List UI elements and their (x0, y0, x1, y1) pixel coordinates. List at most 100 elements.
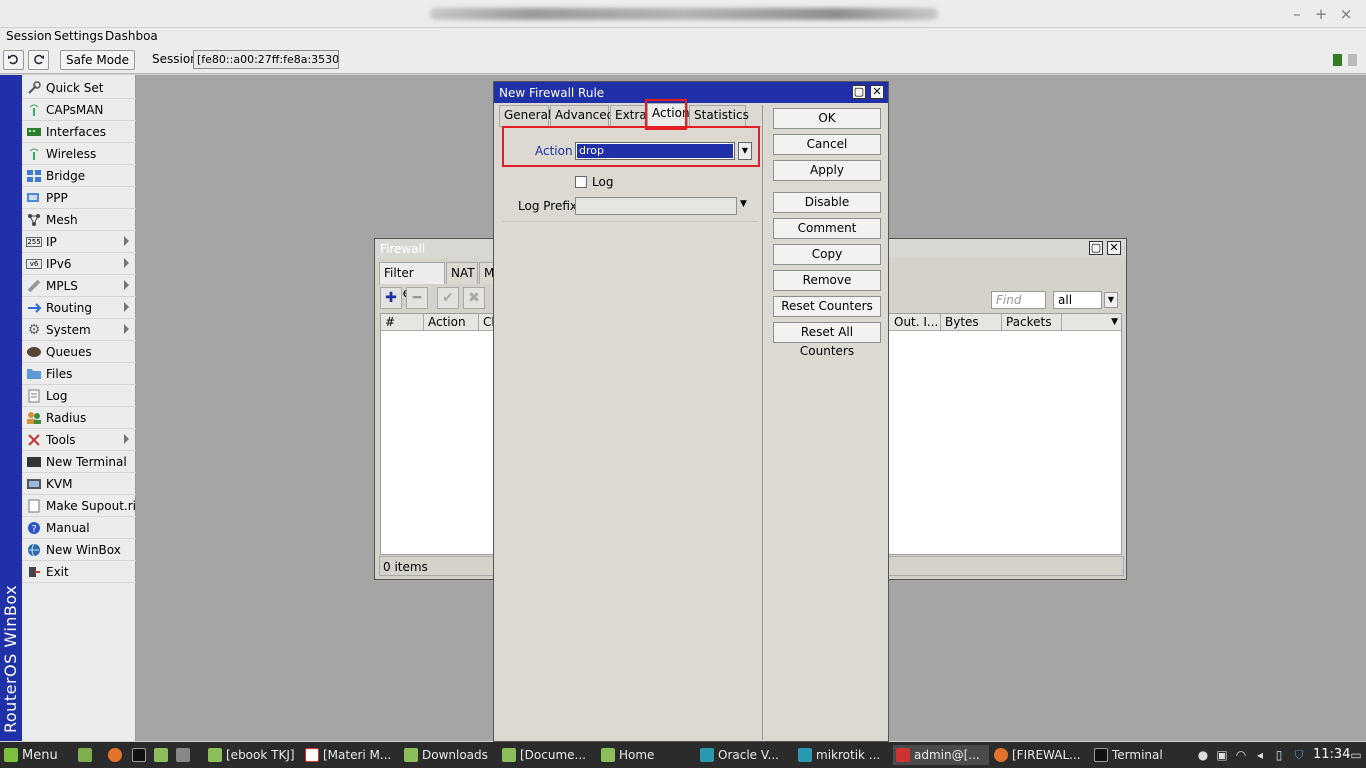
ok-button[interactable]: OK (773, 108, 881, 129)
find-input[interactable]: Find (991, 291, 1046, 309)
column-action[interactable]: Action (424, 314, 479, 331)
maximize-button[interactable]: ▢ (852, 85, 866, 99)
reset-all-counters-button[interactable]: Reset All Counters (773, 322, 881, 358)
sidebar-item-mpls[interactable]: MPLS (22, 275, 136, 297)
task-label: Terminal (1112, 748, 1163, 762)
safe-mode-button[interactable]: Safe Mode (60, 50, 135, 70)
sidebar-item-kvm[interactable]: KVM (22, 473, 136, 495)
column-packets[interactable]: Packets (1002, 314, 1062, 331)
remove-button[interactable]: ━ (406, 287, 428, 309)
sidebar-item-tools[interactable]: Tools (22, 429, 136, 451)
sidebar-item-system[interactable]: ⚙ System (22, 319, 136, 341)
comment-button[interactable]: Comment (773, 218, 881, 239)
action-select[interactable]: drop (575, 142, 735, 160)
volume-icon[interactable]: ◂ (1253, 748, 1267, 762)
sidebar-item-wireless[interactable]: Wireless (22, 143, 136, 165)
column-menu-chevron-icon[interactable]: ▼ (1062, 314, 1121, 331)
sidebar-item-capsman[interactable]: CAPsMAN (22, 99, 136, 121)
maximize-button[interactable]: ▢ (1089, 241, 1103, 255)
launcher-show-desktop[interactable] (78, 745, 96, 765)
tab-filter-rules[interactable]: Filter Rules (379, 262, 445, 300)
task-home[interactable]: Home (601, 745, 693, 765)
chevron-down-icon[interactable]: ▼ (1104, 292, 1118, 308)
sidebar-item-exit[interactable]: Exit (22, 561, 136, 583)
sidebar-item-manual[interactable]: ? Manual (22, 517, 136, 539)
tab-advanced[interactable]: Advanced (550, 105, 614, 126)
task-firewall-browser[interactable]: [FIREWAL... (994, 745, 1086, 765)
sidebar-item-ip[interactable]: 255 IP (22, 231, 136, 253)
sidebar-item-make-supout[interactable]: Make Supout.rif (22, 495, 140, 517)
start-menu-button[interactable]: Menu (4, 745, 58, 765)
sidebar-item-ppp[interactable]: PPP (22, 187, 136, 209)
battery-icon[interactable]: ▯ (1272, 748, 1286, 762)
sidebar-item-routing[interactable]: Routing (22, 297, 136, 319)
redo-icon (34, 54, 44, 65)
filter-select[interactable]: all (1053, 291, 1102, 309)
tab-nat[interactable]: NAT (446, 262, 478, 284)
task-materi[interactable]: [Materi M... (305, 745, 397, 765)
remove-button[interactable]: Remove (773, 270, 881, 291)
task-admin-winbox[interactable]: admin@[... (893, 745, 989, 765)
session-field[interactable]: [fe80::a00:27ff:fe8a:3530:4] (193, 50, 339, 69)
sidebar-item-ipv6[interactable]: v6 IPv6 (22, 253, 136, 275)
apply-button[interactable]: Apply (773, 160, 881, 181)
task-terminal[interactable]: Terminal (1094, 745, 1186, 765)
task-oracle-vm[interactable]: Oracle V... (700, 745, 792, 765)
log-prefix-input[interactable] (575, 197, 737, 215)
disable-button[interactable]: Disable (773, 192, 881, 213)
chevron-down-icon[interactable]: ▼ (740, 199, 747, 209)
window-titlebar[interactable]: – + × (0, 0, 1366, 28)
task-mikrotik[interactable]: mikrotik ... (798, 745, 890, 765)
column-bytes[interactable]: Bytes (941, 314, 1002, 331)
sidebar-item-quick-set[interactable]: Quick Set (22, 77, 136, 99)
wifi-icon[interactable]: ◠ (1234, 748, 1248, 762)
tab-extra[interactable]: Extra (610, 105, 647, 126)
sidebar-item-new-winbox[interactable]: New WinBox (22, 539, 136, 561)
check-icon: ✔ (442, 290, 454, 306)
dialog-titlebar[interactable]: New Firewall Rule ▢ ✕ (494, 82, 888, 103)
menu-settings[interactable]: Settings (54, 29, 103, 43)
cancel-button[interactable]: Cancel (773, 134, 881, 155)
close-button[interactable]: × (1337, 5, 1355, 23)
user-icon[interactable]: ● (1196, 748, 1210, 762)
reset-counters-button[interactable]: Reset Counters (773, 296, 881, 317)
sidebar-item-interfaces[interactable]: Interfaces (22, 121, 136, 143)
redo-button[interactable] (28, 50, 49, 70)
launcher-firefox[interactable] (108, 745, 126, 765)
disable-button[interactable]: ✖ (463, 287, 485, 309)
task-documents[interactable]: [Docume... (502, 745, 594, 765)
tab-general[interactable]: General (499, 105, 551, 126)
close-button[interactable]: ✕ (1107, 241, 1121, 255)
network-icon[interactable]: ▣ (1215, 748, 1229, 762)
undo-button[interactable] (3, 50, 24, 70)
add-button[interactable]: ✚ (380, 287, 402, 309)
sidebar-item-queues[interactable]: Queues (22, 341, 136, 363)
enable-button[interactable]: ✔ (437, 287, 459, 309)
column-number[interactable]: # (381, 314, 424, 331)
minimize-button[interactable]: – (1288, 5, 1306, 23)
launcher-screenshot[interactable] (176, 745, 194, 765)
column-out-interface[interactable]: Out. I... (890, 314, 941, 331)
sidebar-item-bridge[interactable]: Bridge (22, 165, 136, 187)
menu-dashboard[interactable]: Dashboard (105, 29, 158, 43)
log-checkbox[interactable] (575, 176, 587, 188)
launcher-files[interactable] (154, 745, 172, 765)
sidebar-item-log[interactable]: Log (22, 385, 136, 407)
task-ebook-tkj[interactable]: [ebook TKJ] (208, 745, 300, 765)
close-button[interactable]: ✕ (870, 85, 884, 99)
sidebar-item-files[interactable]: Files (22, 363, 136, 385)
menu-session[interactable]: Session (6, 29, 52, 43)
sidebar-item-radius[interactable]: Radius (22, 407, 136, 429)
shield-icon[interactable]: ⛉ (1292, 748, 1306, 762)
clock[interactable]: 11:34 (1313, 747, 1350, 762)
notifications-icon[interactable]: ▭ (1349, 748, 1363, 762)
tab-statistics[interactable]: Statistics (689, 105, 749, 126)
sidebar-item-new-terminal[interactable]: New Terminal (22, 451, 136, 473)
chevron-down-icon[interactable]: ▼ (738, 142, 752, 160)
maximize-button[interactable]: + (1312, 5, 1330, 23)
sidebar-item-mesh[interactable]: Mesh (22, 209, 136, 231)
tab-action[interactable]: Action (647, 103, 690, 127)
copy-button[interactable]: Copy (773, 244, 881, 265)
task-downloads[interactable]: Downloads (404, 745, 496, 765)
launcher-terminal[interactable] (132, 745, 150, 765)
